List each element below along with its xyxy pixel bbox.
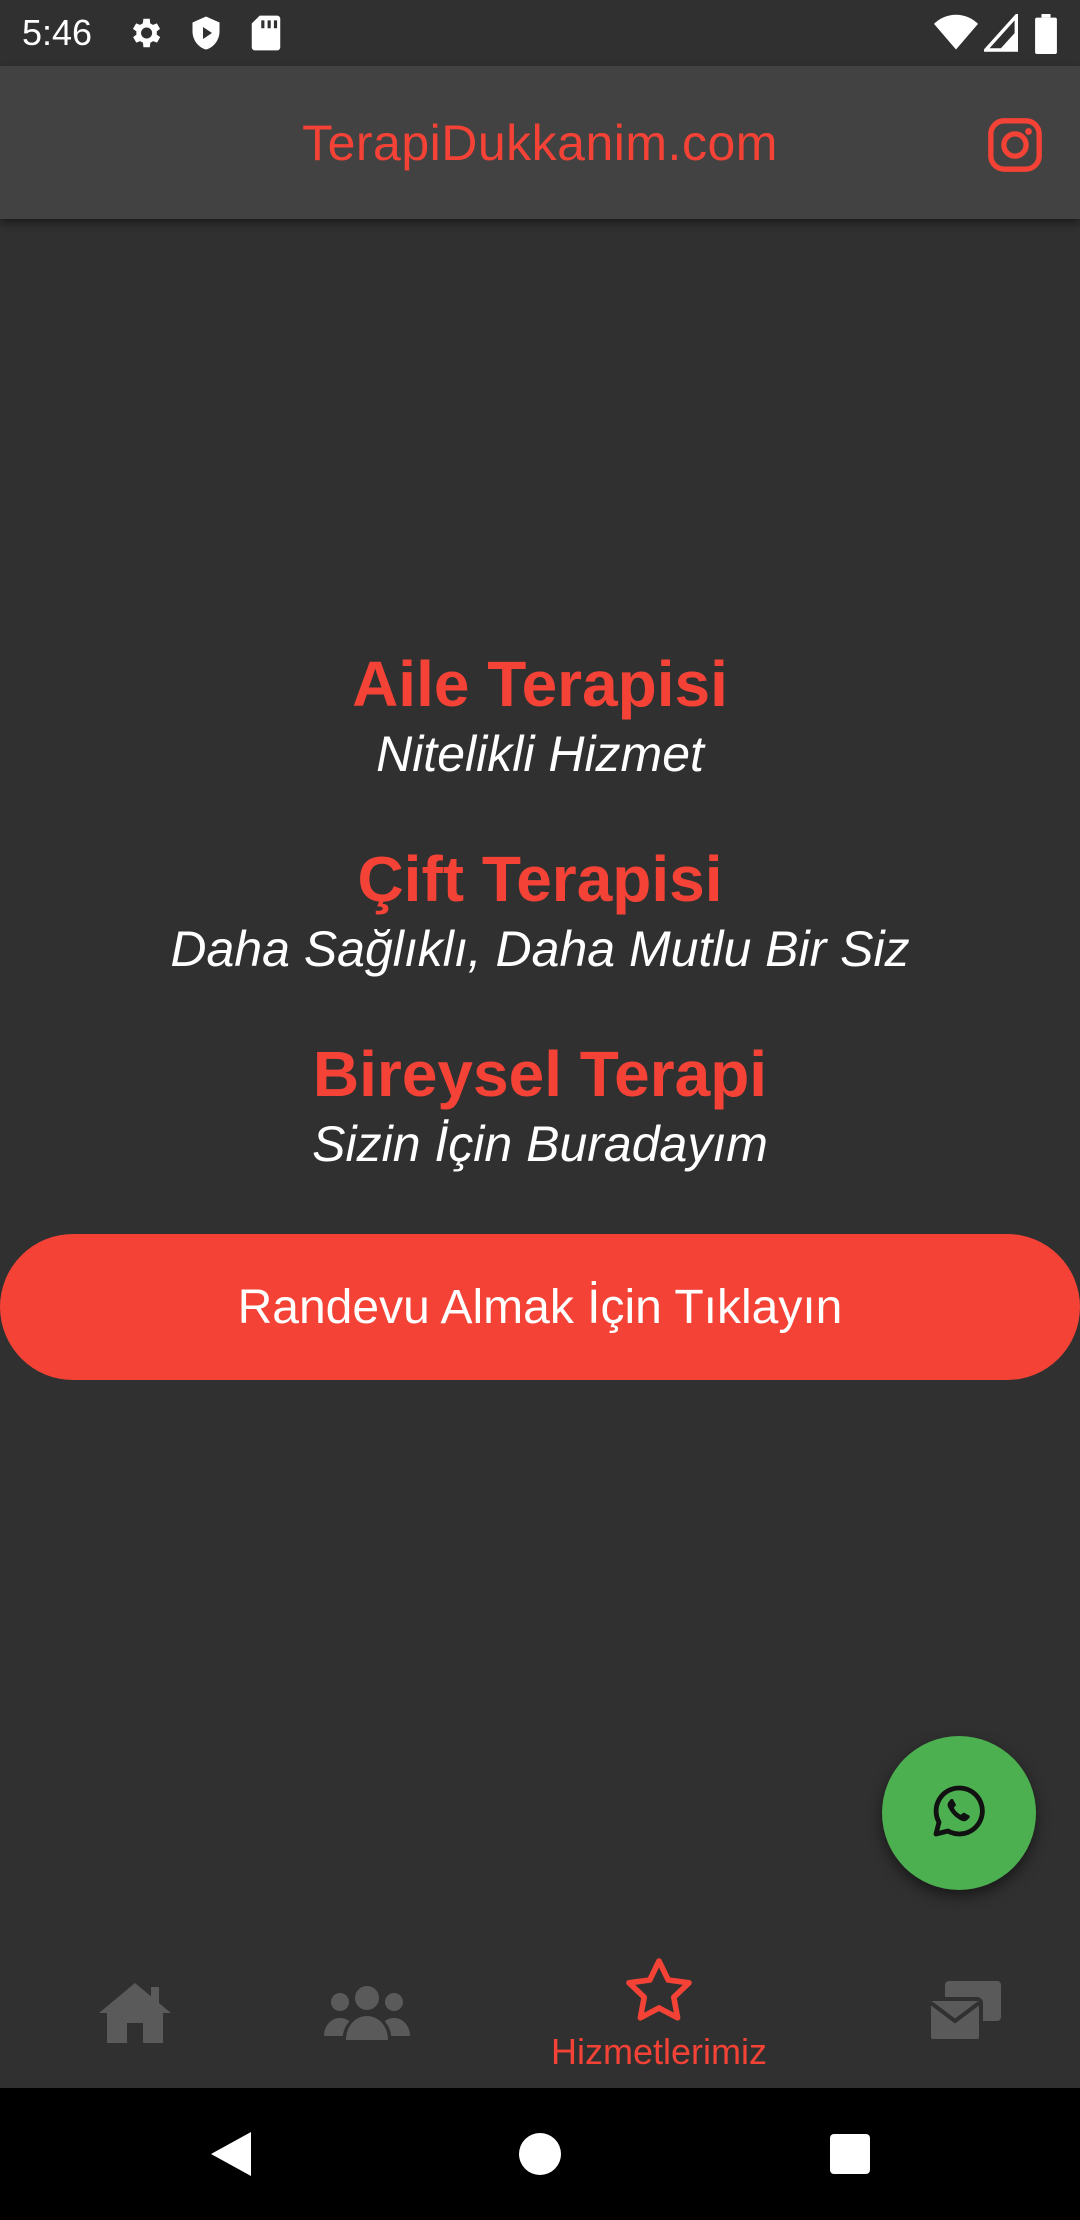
nav-item-home[interactable] (0, 1940, 270, 2088)
nav-label-services: Hizmetlerimiz (551, 2030, 767, 2072)
nav-item-contact[interactable] (830, 1940, 1080, 2088)
nav-item-services[interactable]: Hizmetlerimiz (524, 1940, 794, 2088)
service-subtitle: Sizin İçin Buradayım (312, 1116, 768, 1172)
appointment-button[interactable]: Randevu Almak İçin Tıklayın (0, 1234, 1080, 1380)
app-screen: 5:46 TerapiDukkanim.com Aile Terapisi Ni… (0, 0, 1080, 2220)
whatsapp-icon (927, 1779, 991, 1848)
status-time: 5:46 (22, 12, 93, 53)
sd-card-icon (250, 14, 282, 57)
status-bar: 5:46 (0, 0, 1080, 66)
service-title: Bireysel Terapi (312, 1038, 768, 1110)
system-nav-bar (0, 2088, 1080, 2220)
service-bireysel: Bireysel Terapi Sizin İçin Buradayım (0, 1036, 1080, 1176)
service-subtitle: Nitelikli Hizmet (376, 726, 704, 782)
mail-icon (925, 1979, 1005, 2050)
service-subtitle: Daha Sağlıklı, Daha Mutlu Bir Siz (170, 921, 910, 977)
service-cift: Çift Terapisi Daha Sağlıklı, Daha Mutlu … (0, 841, 1080, 981)
service-title: Aile Terapisi (352, 648, 728, 720)
whatsapp-fab[interactable] (882, 1736, 1036, 1890)
service-aile: Aile Terapisi Nitelikli Hizmet (0, 646, 1080, 786)
home-icon (95, 1979, 175, 2050)
instagram-icon[interactable] (986, 116, 1044, 174)
bottom-nav: Hizmetlerimiz (0, 1940, 1080, 2088)
home-circle-icon[interactable] (510, 2088, 570, 2220)
app-bar: TerapiDukkanim.com (0, 66, 1080, 219)
shield-play-icon (188, 14, 224, 57)
nav-item-team[interactable] (232, 1940, 502, 2088)
gear-icon (126, 14, 164, 57)
service-title: Çift Terapisi (357, 843, 723, 915)
app-title: TerapiDukkanim.com (302, 115, 778, 171)
recents-icon[interactable] (820, 2088, 880, 2220)
back-icon[interactable] (200, 2088, 260, 2220)
appointment-button-label: Randevu Almak İçin Tıklayın (237, 1280, 843, 1334)
signal-icon (981, 11, 1018, 57)
battery-icon (1034, 14, 1058, 59)
users-icon (324, 1982, 410, 2047)
star-icon (623, 1956, 695, 2029)
wifi-icon (934, 14, 978, 57)
